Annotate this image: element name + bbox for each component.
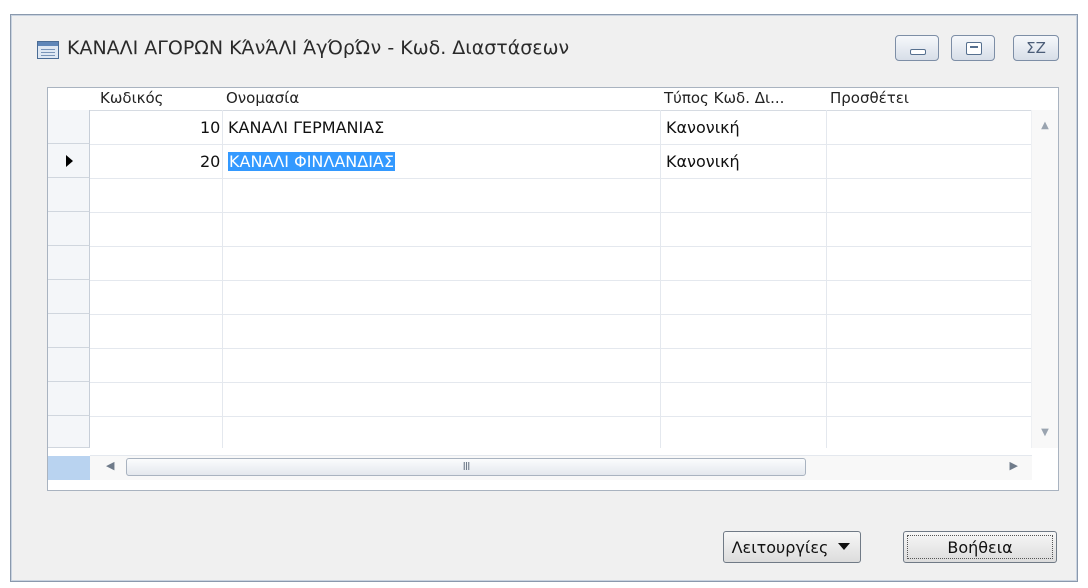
column-divider [826, 110, 827, 448]
selected-text: ΚΑΝΑΛΙ ΦΙΝΛΑΝΔΙΑΣ [228, 152, 395, 171]
close-button[interactable]: ΣΖ [1013, 35, 1059, 61]
row-divider [90, 382, 1032, 383]
row-divider [90, 280, 1032, 281]
row-selector[interactable] [48, 314, 90, 348]
column-header-type[interactable]: Τύπος Κωδ. Δι... [664, 89, 784, 107]
vertical-scrollbar[interactable]: ▲ ▼ [1031, 110, 1058, 448]
help-button[interactable]: Βοήθεια [903, 531, 1057, 563]
row-selector[interactable] [48, 110, 90, 144]
scroll-right-icon[interactable]: ▶ [1010, 459, 1018, 472]
minimize-button[interactable] [895, 35, 939, 61]
cell-type[interactable]: Κανονική [666, 118, 740, 137]
select-all-corner[interactable] [48, 456, 90, 480]
row-selector[interactable] [48, 212, 90, 246]
row-divider [90, 144, 1032, 145]
cell-code[interactable]: 20 [200, 152, 220, 171]
maximize-button[interactable] [951, 35, 995, 61]
title-bar[interactable]: ΚΑΝΑΛΙ ΑΓΟΡΩΝ ΚΆνΆΛΙ ΆγΌρΏν - Κωδ. Διαστ… [11, 15, 1077, 71]
row-divider [90, 246, 1032, 247]
form-icon [37, 41, 59, 59]
cell-type[interactable]: Κανονική [666, 152, 740, 171]
scroll-down-icon[interactable]: ▼ [1032, 427, 1058, 438]
row-selector[interactable] [48, 416, 90, 448]
grid-header: Κωδικός Ονομασία Τύπος Κωδ. Δι... Προσθέ… [48, 88, 1058, 111]
horizontal-scrollbar[interactable]: ◀ III ▶ [90, 455, 1032, 480]
scroll-grip: III [462, 460, 471, 473]
column-header-code[interactable]: Κωδικός [100, 89, 163, 107]
window-title: ΚΑΝΑΛΙ ΑΓΟΡΩΝ ΚΆνΆΛΙ ΆγΌρΏν - Κωδ. Διαστ… [67, 37, 570, 59]
row-selector[interactable] [48, 280, 90, 314]
minimize-icon [910, 49, 926, 55]
column-header-adds[interactable]: Προσθέτει [830, 89, 909, 107]
column-divider [222, 110, 223, 448]
horizontal-scroll-thumb[interactable]: III [126, 458, 806, 476]
cell-code[interactable]: 10 [200, 118, 220, 137]
column-divider [660, 110, 661, 448]
row-divider [90, 212, 1032, 213]
help-button-label: Βοήθεια [947, 538, 1013, 557]
dropdown-arrow-icon [838, 543, 850, 550]
current-row-arrow-icon [66, 155, 73, 167]
row-selector[interactable] [48, 382, 90, 416]
column-header-name[interactable]: Ονομασία [226, 89, 299, 107]
maximize-icon [966, 42, 982, 55]
dimension-codes-grid[interactable]: Κωδικός Ονομασία Τύπος Κωδ. Δι... Προσθέ… [47, 87, 1059, 491]
row-divider [90, 314, 1032, 315]
cell-name[interactable]: ΚΑΝΑΛΙ ΓΕΡΜΑΝΙΑΣ [228, 118, 384, 137]
row-selector-current[interactable] [48, 144, 90, 178]
close-icon: ΣΖ [1026, 39, 1046, 57]
scroll-up-icon[interactable]: ▲ [1032, 120, 1058, 131]
functions-button-label: Λειτουργίες [731, 538, 829, 557]
row-selector[interactable] [48, 178, 90, 212]
row-divider [90, 348, 1032, 349]
cell-name-selected[interactable]: ΚΑΝΑΛΙ ΦΙΝΛΑΝΔΙΑΣ [228, 152, 395, 171]
dimension-codes-window: ΚΑΝΑΛΙ ΑΓΟΡΩΝ ΚΆνΆΛΙ ΆγΌρΏν - Κωδ. Διαστ… [10, 14, 1078, 582]
row-selector[interactable] [48, 246, 90, 280]
row-selector[interactable] [48, 348, 90, 382]
row-divider [90, 178, 1032, 179]
row-divider [90, 416, 1032, 417]
functions-button[interactable]: Λειτουργίες [723, 531, 861, 563]
scroll-left-icon[interactable]: ◀ [106, 459, 114, 472]
